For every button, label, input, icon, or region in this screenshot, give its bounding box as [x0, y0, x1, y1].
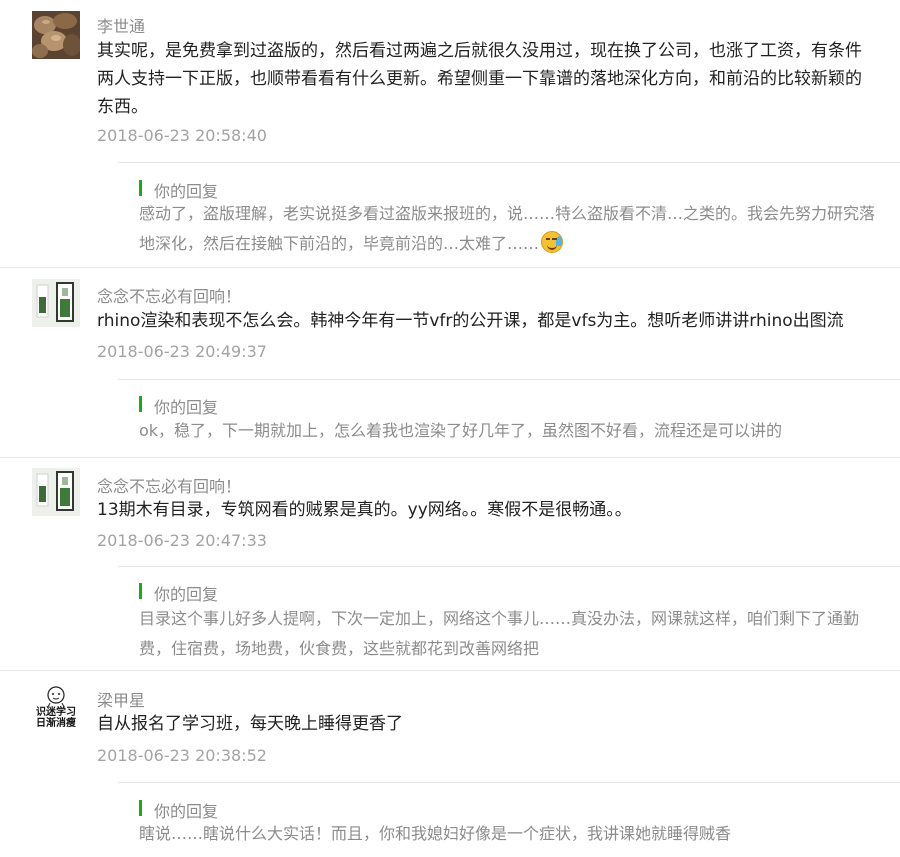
comment-divider	[0, 267, 900, 268]
mushroom-photo-avatar[interactable]	[32, 11, 80, 59]
reply-label: 你的回复	[154, 585, 219, 604]
reply-accent-bar	[139, 583, 142, 599]
reply-accent-bar	[139, 800, 142, 816]
comment-content: rhino渲染和表现不怎么会。韩神今年有一节vfr的公开课，都是vfs为主。想听…	[97, 311, 844, 331]
wall-art-photo-avatar[interactable]	[32, 279, 80, 327]
comment-content: 其实呢，是免费拿到过盗版的，然后看过两遍之后就很久没用过，现在换了公司，也涨了工…	[97, 41, 862, 117]
comment-content: 13期木有目录，专筑网看的贼累是真的。yy网络。。寒假不是很畅通。。	[97, 500, 632, 520]
reply-text-content: 感动了，盗版理解，老实说挺多看过盗版来报班的，说……特么盗版看不清…之类的。我会…	[139, 204, 876, 253]
cartoon-sticker-avatar[interactable]: 识迷学习 日渐消瘦	[32, 683, 80, 731]
reply-text: 瞎说……瞎说什么大实话！而且，你和我媳妇好像是一个症状，我讲课她就睡得贼香	[139, 824, 732, 843]
comment-nickname: 梁甲星	[97, 691, 146, 710]
comment-divider	[0, 670, 900, 671]
avatar-caption-line2: 日渐消瘦	[36, 718, 76, 729]
reply-text: 目录这个事儿好多人提啊，下次一定加上，网络这个事儿……真没办法，网课就这样，咱们…	[139, 609, 860, 658]
reply-label: 你的回复	[154, 398, 219, 417]
comment-nickname: 念念不忘必有回响！	[97, 477, 242, 496]
comment-timestamp: 2018-06-23 20:47:33	[97, 531, 267, 550]
comment-content: 自从报名了学习班，每天晚上睡得更香了	[97, 714, 403, 734]
comment-timestamp: 2018-06-23 20:49:37	[97, 342, 267, 361]
comment-nickname: 念念不忘必有回响！	[97, 287, 242, 306]
reply-text: ok，稳了，下一期就加上，怎么着我也渲染了好几年了，虽然图不好看，流程还是可以讲…	[139, 421, 783, 440]
reply-accent-bar	[139, 396, 142, 412]
laughing-tears-emoji-icon	[541, 231, 564, 253]
comment-nickname: 李世通	[97, 17, 146, 36]
reply-divider	[118, 566, 900, 567]
comment-timestamp: 2018-06-23 20:58:40	[97, 126, 267, 145]
avatar-caption-line1: 识迷学习	[36, 707, 76, 718]
reply-divider	[118, 162, 900, 163]
reply-divider	[118, 782, 900, 783]
comment-divider	[0, 457, 900, 458]
reply-text: 感动了，盗版理解，老实说挺多看过盗版来报班的，说……特么盗版看不清…之类的。我会…	[139, 199, 887, 259]
reply-divider	[118, 379, 900, 380]
reply-accent-bar	[139, 180, 142, 196]
wall-art-photo-avatar[interactable]	[32, 468, 80, 516]
comment-timestamp: 2018-06-23 20:38:52	[97, 746, 267, 765]
